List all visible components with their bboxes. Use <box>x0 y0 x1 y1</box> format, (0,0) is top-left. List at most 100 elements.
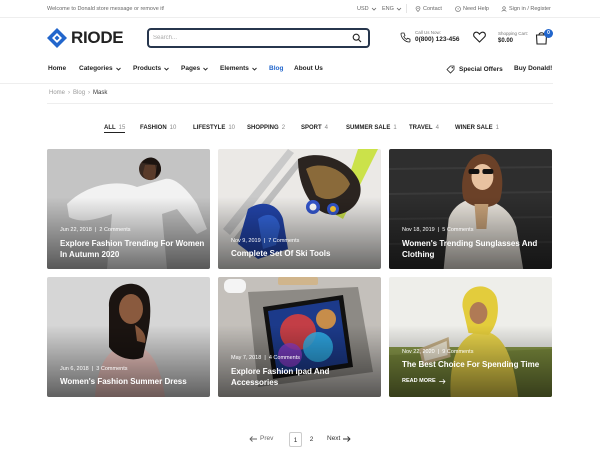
post-title[interactable]: Women's Trending Sunglasses And Clothing <box>402 238 547 260</box>
nav-item-blog[interactable]: Blog <box>269 65 283 72</box>
post-title[interactable]: The Best Choice For Spending Time <box>402 359 547 370</box>
currency-label: USD <box>357 6 369 12</box>
filter-label: SHOPPING <box>247 125 279 131</box>
post-meta: Jun 6, 2018 | 3 Comments <box>60 366 128 372</box>
help-link[interactable]: ? Need Help <box>455 6 489 12</box>
user-icon <box>501 6 507 12</box>
filter-lifestyle[interactable]: LIFESTYLE 10 <box>193 125 235 131</box>
filter-all[interactable]: ALL 15 <box>104 125 126 133</box>
filter-count: 15 <box>118 125 126 131</box>
filter-count: 10 <box>169 125 177 131</box>
cart-summary[interactable]: Shopping Cart: $0.00 <box>498 31 528 45</box>
nav-item-categories[interactable]: Categories <box>79 65 121 72</box>
nav-item-elements[interactable]: Elements <box>220 65 257 72</box>
blog-card[interactable]: Nov 22, 2020 | 9 Comments The Best Choic… <box>389 277 552 397</box>
post-date: Jun 6, 2018 <box>60 366 89 372</box>
divider <box>406 4 407 13</box>
filter-label: SUMMER SALE <box>346 125 391 131</box>
currency-select[interactable]: USD <box>357 6 377 12</box>
special-offers-link[interactable]: Special Offers <box>446 65 503 74</box>
filter-sport[interactable]: SPORT 4 <box>301 125 328 131</box>
chevron-down-icon <box>371 7 376 11</box>
buy-link[interactable]: Buy Donald! <box>514 65 552 72</box>
blog-card[interactable]: May 7, 2018 | 4 Comments Explore Fashion… <box>218 277 381 397</box>
chevron-down-icon <box>203 67 208 71</box>
prev-label: Prev <box>260 435 274 442</box>
blog-card[interactable]: Jun 6, 2018 | 3 Comments Women's Fashion… <box>47 277 210 397</box>
logo[interactable]: RIODE <box>47 28 124 48</box>
breadcrumb: Home › Blog › Mask <box>49 90 107 96</box>
account-link[interactable]: Sign in / Register <box>501 6 551 12</box>
call-us[interactable]: Call Us Now: 0(800) 123-456 <box>400 30 459 44</box>
top-bar: Welcome to Donald store message or remov… <box>0 0 600 18</box>
post-title[interactable]: Explore Fashion Trending For Women In Au… <box>60 238 205 260</box>
nav-label: Categories <box>79 65 113 72</box>
nav-label: Elements <box>220 65 249 72</box>
logo-text: RIODE <box>71 28 124 47</box>
account-label: Sign in / Register <box>509 6 551 12</box>
location-pin-icon <box>415 6 421 12</box>
filter-fashion[interactable]: FASHION 10 <box>140 125 176 131</box>
logo-icon <box>47 28 67 48</box>
arrow-left-icon <box>249 435 257 442</box>
filter-count: 2 <box>281 125 286 131</box>
wishlist-heart-icon[interactable] <box>473 31 486 43</box>
language-label: ENG <box>382 6 394 12</box>
page-2-button[interactable]: 2 <box>305 432 318 447</box>
post-meta: Nov 22, 2020 | 9 Comments <box>402 349 474 355</box>
blog-card[interactable]: Nov 18, 2019 | 5 Comments Women's Trendi… <box>389 149 552 269</box>
language-select[interactable]: ENG <box>382 6 402 12</box>
arrow-right-icon <box>343 435 352 442</box>
buy-label: Buy Donald! <box>514 65 553 72</box>
nav-item-about-us[interactable]: About Us <box>294 65 323 72</box>
blog-card[interactable]: Nov 9, 2019 | 7 Comments Complete Set Of… <box>218 149 381 269</box>
post-comments[interactable]: 3 Comments <box>96 366 127 372</box>
help-icon: ? <box>455 6 461 12</box>
filter-shopping[interactable]: SHOPPING 2 <box>247 125 285 131</box>
nav-item-products[interactable]: Products <box>133 65 169 72</box>
svg-text:?: ? <box>457 7 459 11</box>
filter-label: WINER SALE <box>455 125 493 131</box>
post-meta: Nov 9, 2019 | 7 Comments <box>231 238 300 244</box>
post-date: Jun 22, 2018 <box>60 227 92 233</box>
nav-divider <box>0 83 553 84</box>
post-comments[interactable]: 5 Comments <box>442 227 473 233</box>
read-more-link[interactable]: READ MORE <box>402 378 446 384</box>
filter-count: 4 <box>435 125 439 131</box>
prev-page-button[interactable]: Prev <box>249 435 273 442</box>
breadcrumb-separator-icon: › <box>88 90 91 96</box>
post-comments[interactable]: 2 Comments <box>99 227 130 233</box>
search-icon[interactable] <box>352 33 362 43</box>
post-date: Nov 18, 2019 <box>402 227 435 233</box>
cart-count-badge: 0 <box>544 29 553 38</box>
filter-summer-sale[interactable]: SUMMER SALE 1 <box>346 125 397 131</box>
chevron-down-icon <box>164 67 169 71</box>
post-meta: May 7, 2018 | 4 Comments <box>231 355 301 361</box>
contact-link[interactable]: Contact <box>415 6 442 12</box>
post-comments[interactable]: 4 Comments <box>269 355 300 361</box>
post-title[interactable]: Explore Fashion Ipad And Accessories <box>231 366 376 388</box>
search-box <box>147 28 370 48</box>
phone-icon <box>400 32 411 42</box>
post-comments[interactable]: 7 Comments <box>268 238 299 244</box>
filter-winer-sale[interactable]: WINER SALE 1 <box>455 125 499 131</box>
filter-travel[interactable]: TRAVEL 4 <box>409 125 439 131</box>
special-offers-label: Special Offers <box>459 66 503 73</box>
breadcrumb-blog[interactable]: Blog <box>73 90 85 96</box>
page-1-button[interactable]: 1 <box>289 432 302 447</box>
search-input[interactable] <box>153 32 343 44</box>
blog-card[interactable]: Jun 22, 2018 | 2 Comments Explore Fashio… <box>47 149 210 269</box>
post-title[interactable]: Complete Set Of Ski Tools <box>231 248 376 259</box>
next-page-button[interactable]: Next <box>327 435 352 442</box>
nav-label: Home <box>48 65 67 72</box>
welcome-message: Welcome to Donald store message or remov… <box>47 6 165 12</box>
breadcrumb-home[interactable]: Home <box>49 90 65 96</box>
main-nav: Home Categories Products Pages Elements … <box>0 58 600 80</box>
nav-item-home[interactable]: Home <box>48 65 66 72</box>
post-date: Nov 22, 2020 <box>402 349 435 355</box>
post-title[interactable]: Women's Fashion Summer Dress <box>60 376 205 387</box>
post-comments[interactable]: 9 Comments <box>442 349 473 355</box>
post-date: May 7, 2018 <box>231 355 262 361</box>
nav-item-pages[interactable]: Pages <box>181 65 208 72</box>
nav-label: Pages <box>181 65 201 72</box>
